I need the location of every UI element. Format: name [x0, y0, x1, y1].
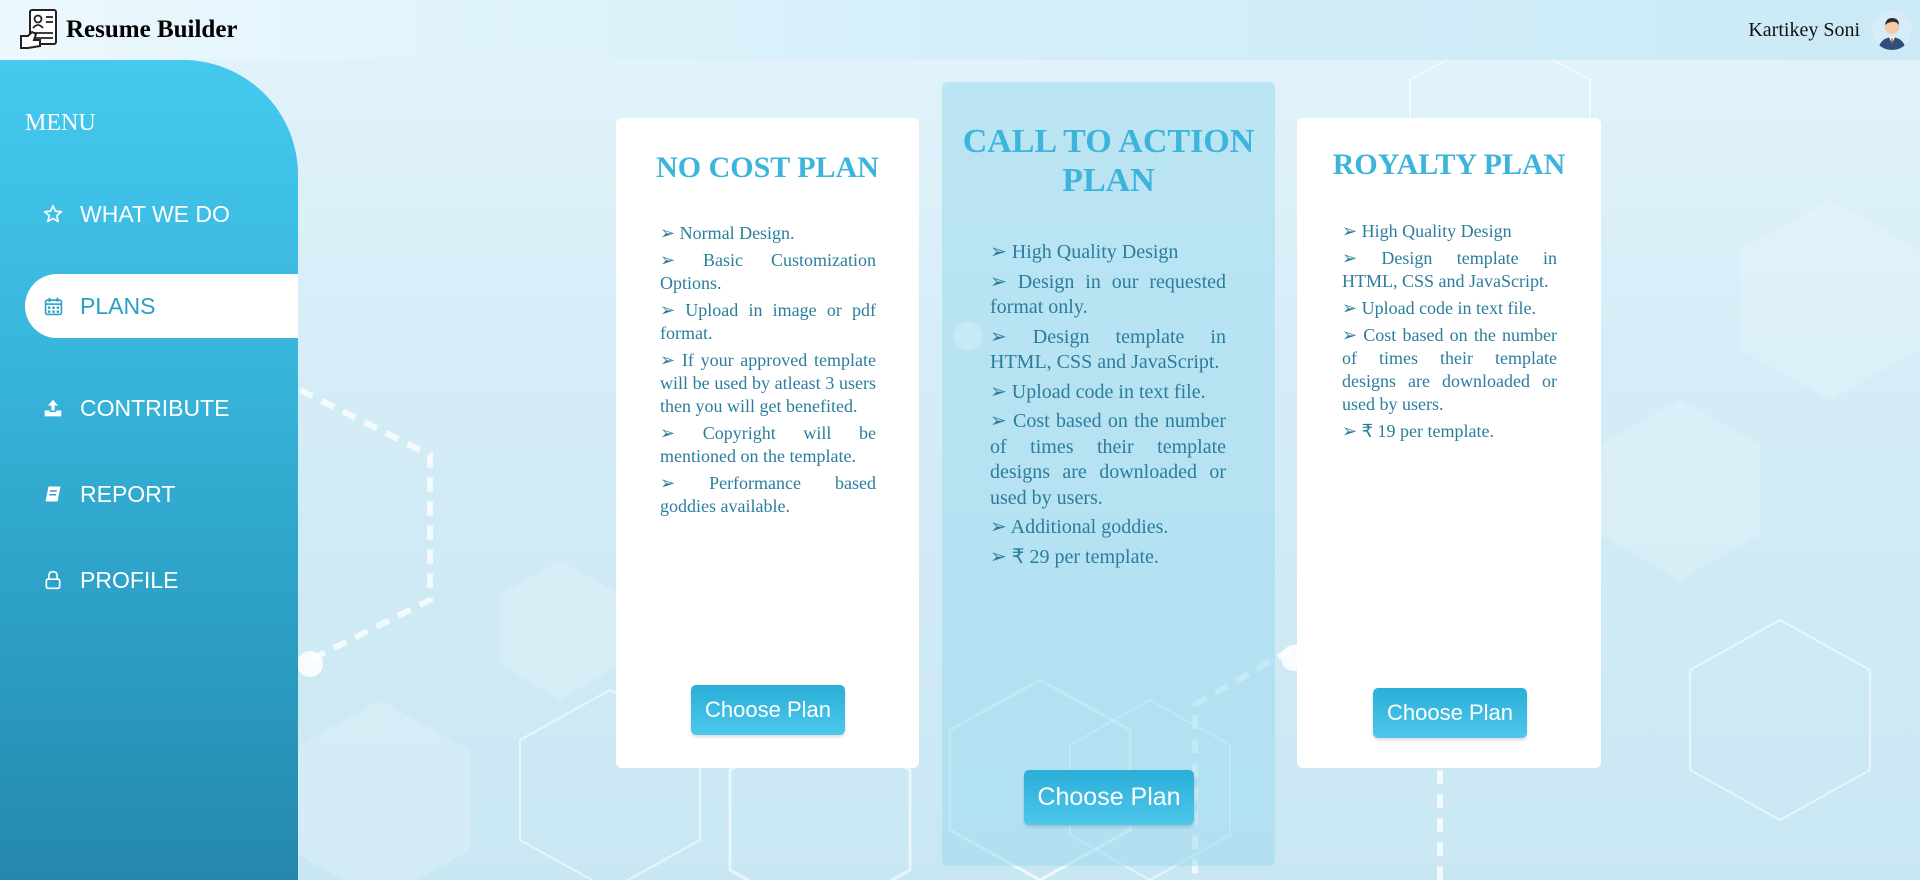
calendar-icon	[42, 295, 64, 317]
plan-features: ➢ High Quality Design ➢ Design in our re…	[990, 240, 1226, 574]
plan-feature: ➢ Additional goddies.	[990, 516, 1169, 538]
plan-feature: ➢ High Quality Design	[1342, 221, 1512, 241]
top-header: Resume Builder Kartikey Soni	[0, 0, 1920, 60]
plan-feature: ➢ Design template in HTML, CSS and JavaS…	[1342, 248, 1557, 291]
choose-plan-button[interactable]: Choose Plan	[1373, 688, 1527, 738]
sidebar-item-label: PROFILE	[80, 566, 179, 593]
plan-card-royalty: ROYALTY PLAN ➢ High Quality Design ➢ Des…	[1297, 118, 1601, 768]
plan-feature: ➢ High Quality Design	[990, 241, 1179, 263]
sidebar-item-label: CONTRIBUTE	[80, 394, 230, 421]
plan-feature: ➢ Basic Customization Options.	[660, 250, 876, 293]
plan-feature: ➢ Performance based goddies available.	[660, 473, 876, 516]
app-title: Resume Builder	[66, 16, 238, 43]
avatar[interactable]	[1872, 10, 1912, 50]
plan-feature: ➢ Copyright will be mentioned on the tem…	[660, 423, 876, 466]
sidebar-item-what-we-do[interactable]: WHAT WE DO	[25, 182, 298, 246]
resume-logo-icon	[20, 9, 57, 49]
plan-title: NO COST PLAN	[656, 151, 879, 184]
brand[interactable]: Resume Builder	[18, 8, 238, 52]
plan-card-no-cost: NO COST PLAN ➢ Normal Design. ➢ Basic Cu…	[616, 118, 919, 768]
star-icon	[42, 203, 64, 225]
lock-icon	[42, 569, 64, 591]
user-menu[interactable]: Kartikey Soni	[1748, 10, 1912, 50]
sidebar: MENU WHAT WE DO PLANS CONTRIBUTE REPORT …	[0, 60, 298, 880]
sidebar-item-contribute[interactable]: CONTRIBUTE	[25, 376, 298, 440]
sidebar-item-profile[interactable]: PROFILE	[25, 548, 298, 612]
plan-feature: ➢ If your approved template will be used…	[660, 350, 876, 416]
plan-feature: ➢ Cost based on the number of times thei…	[1342, 325, 1557, 414]
plan-feature: ➢ Upload code in text file.	[990, 380, 1206, 403]
plan-feature: ➢ Design template in HTML, CSS and JavaS…	[990, 325, 1226, 374]
sidebar-item-label: WHAT WE DO	[80, 200, 230, 227]
choose-plan-button[interactable]: Choose Plan	[691, 685, 845, 735]
book-icon	[42, 483, 64, 505]
choose-plan-button[interactable]: Choose Plan	[1024, 770, 1194, 825]
plan-title: ROYALTY PLAN	[1332, 148, 1566, 181]
plan-title: CALL TO ACTION PLAN	[962, 123, 1255, 199]
plan-feature: ➢ ₹ 29 per template.	[990, 545, 1159, 568]
sidebar-item-label: REPORT	[80, 480, 176, 507]
plan-feature: ➢ Normal Design.	[660, 223, 795, 243]
sidebar-item-report[interactable]: REPORT	[25, 462, 298, 526]
user-avatar-icon	[1872, 10, 1912, 50]
sidebar-item-label: PLANS	[80, 292, 156, 319]
sidebar-item-plans[interactable]: PLANS	[25, 274, 298, 338]
plan-feature: ➢ Upload in image or pdf format.	[660, 300, 876, 343]
plan-features: ➢ High Quality Design ➢ Design template …	[1342, 220, 1557, 447]
plan-feature: ➢ Upload code in text file.	[1342, 298, 1537, 318]
menu-title: MENU	[25, 110, 96, 136]
plan-feature: ➢ Design in our requested format only.	[990, 270, 1226, 319]
user-name: Kartikey Soni	[1748, 18, 1860, 41]
upload-icon	[42, 397, 64, 419]
plan-feature: ➢ Cost based on the number of times thei…	[990, 410, 1226, 509]
plan-feature: ➢ ₹ 19 per template.	[1342, 421, 1494, 441]
plan-features: ➢ Normal Design. ➢ Basic Customization O…	[660, 222, 876, 522]
plan-card-call-to-action: CALL TO ACTION PLAN ➢ High Quality Desig…	[942, 82, 1275, 866]
